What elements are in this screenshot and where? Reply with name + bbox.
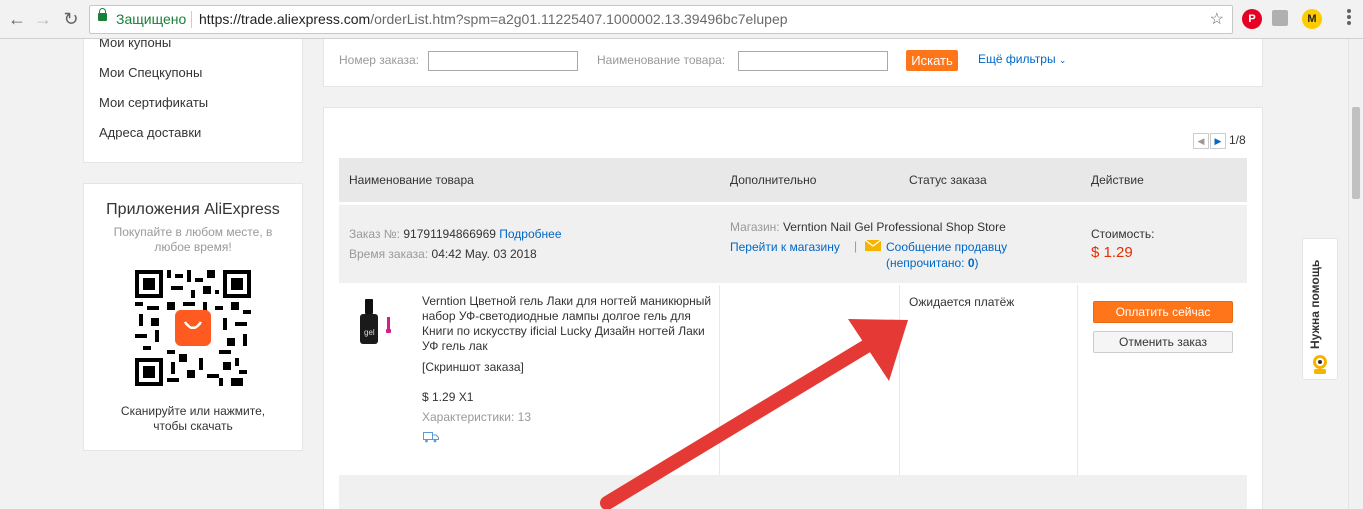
- lock-icon: [98, 8, 107, 21]
- back-icon[interactable]: ←: [6, 8, 28, 30]
- scrollbar[interactable]: [1348, 39, 1363, 509]
- help-label: Нужна помощь: [1308, 259, 1322, 349]
- qr-code[interactable]: [135, 270, 251, 386]
- more-filters-label: Ещё фильтры: [978, 52, 1056, 66]
- order-number: Заказ №: 91791194866969 Подробнее: [349, 227, 562, 241]
- column-divider: [719, 285, 720, 475]
- next-page-icon[interactable]: ▶: [1210, 133, 1226, 149]
- prev-page-icon[interactable]: ◀: [1193, 133, 1209, 149]
- product-name-input[interactable]: [738, 51, 888, 71]
- browser-toolbar: ← → ↻ Защищено https://trade.aliexpress.…: [0, 0, 1363, 39]
- menu-my-coupons[interactable]: Мои купоны: [99, 39, 171, 50]
- apps-subtitle: Покупайте в любом месте, в любое время!: [113, 225, 273, 254]
- product-thumbnail[interactable]: gel: [353, 295, 403, 355]
- account-menu-panel: Мои купоны Мои Спецкупоны Мои сертификат…: [83, 39, 303, 163]
- apps-title: Приложения AliExpress: [106, 201, 280, 218]
- chrome-menu-icon[interactable]: [1347, 9, 1351, 27]
- message-seller-link[interactable]: Сообщение продавцу: [886, 240, 1007, 254]
- address-bar[interactable]: Защищено https://trade.aliexpress.com/or…: [89, 5, 1233, 34]
- pay-now-button[interactable]: Оплатить сейчас: [1093, 301, 1233, 323]
- column-divider: [899, 285, 900, 475]
- order-time-prefix: Время заказа:: [349, 247, 429, 261]
- order-number-prefix: Заказ №:: [349, 227, 401, 241]
- chevron-down-icon: ⌄: [1058, 55, 1067, 65]
- pinterest-extension-icon[interactable]: P: [1242, 9, 1262, 29]
- page-indicator: 1/8: [1229, 133, 1246, 147]
- order-time-value: 04:42 May. 03 2018: [431, 247, 537, 261]
- envelope-icon: [864, 239, 882, 251]
- menu-my-special-coupons[interactable]: Мои Спецкупоны: [99, 65, 202, 80]
- apps-panel: Приложения AliExpress Покупайте в любом …: [83, 183, 303, 451]
- svg-text:gel: gel: [364, 328, 375, 337]
- unread-prefix: (непрочитано:: [886, 256, 968, 270]
- go-to-store-link[interactable]: Перейти к магазину: [730, 240, 840, 254]
- orders-table-header: Наименование товара Дополнительно Статус…: [339, 158, 1247, 202]
- cast-extension-icon[interactable]: [1272, 10, 1288, 26]
- order-number-input[interactable]: [428, 51, 578, 71]
- unread-suffix: ): [974, 256, 979, 270]
- store-name: Verntion Nail Gel Professional Shop Stor…: [782, 220, 1006, 234]
- order-cost: $ 1.29: [1091, 244, 1133, 261]
- menu-my-certificates[interactable]: Мои сертификаты: [99, 95, 208, 110]
- url-host: https://trade.aliexpress.com: [199, 11, 371, 27]
- url-path: /orderList.htm?spm=a2g01.11225407.100000…: [370, 11, 788, 27]
- col-product: Наименование товара: [349, 173, 474, 187]
- store-line: Магазин: Verntion Nail Gel Professional …: [730, 220, 1006, 234]
- filter-panel: Номер заказа: Наименование товара:: [323, 39, 1263, 87]
- scrollbar-thumb[interactable]: [1352, 107, 1360, 199]
- col-status: Статус заказа: [909, 173, 987, 187]
- item-price-qty: $ 1.29 X1: [422, 390, 474, 404]
- secure-label: Защищено: [116, 11, 187, 27]
- product-title[interactable]: Verntion Цветной гель Лаки для ногтей ма…: [422, 294, 712, 354]
- order-time: Время заказа: 04:42 May. 03 2018: [349, 247, 537, 261]
- col-action: Действие: [1091, 173, 1144, 187]
- next-order-header: [339, 475, 1247, 509]
- forward-icon[interactable]: →: [32, 8, 54, 30]
- menu-delivery-addresses[interactable]: Адреса доставки: [99, 125, 201, 140]
- extension-m-icon[interactable]: M: [1302, 9, 1322, 29]
- links-separator: |: [854, 239, 858, 253]
- unread-number: 0: [967, 256, 975, 270]
- order-number-value: 91791194866969: [403, 227, 496, 241]
- order-header: Заказ №: 91791194866969 Подробнее Время …: [339, 205, 1247, 283]
- unread-count[interactable]: (непрочитано: 0): [886, 256, 979, 270]
- order-number-label: Номер заказа:: [339, 53, 420, 67]
- url-text[interactable]: https://trade.aliexpress.com/orderList.h…: [199, 6, 788, 33]
- help-widget[interactable]: Нужна помощь: [1302, 238, 1338, 380]
- apps-footer: Сканируйте или нажмите, чтобы скачать: [120, 404, 266, 433]
- search-button[interactable]: Искать: [906, 50, 958, 71]
- cancel-order-button[interactable]: Отменить заказ: [1093, 331, 1233, 353]
- shipping-truck-icon: [423, 432, 439, 443]
- store-prefix: Магазин:: [730, 220, 780, 234]
- address-divider: [191, 11, 192, 28]
- assistant-robot-icon: [1313, 355, 1327, 374]
- order-screenshot-link[interactable]: [Скриншот заказа]: [422, 360, 524, 374]
- order-item-row: gel Verntion Цветной гель Лаки для ногте…: [339, 285, 1247, 475]
- page-content: Мои купоны Мои Спецкупоны Мои сертификат…: [0, 39, 1349, 509]
- more-filters-link[interactable]: Ещё фильтры ⌄: [978, 52, 1066, 66]
- reload-icon[interactable]: ↻: [60, 8, 82, 30]
- product-name-label: Наименование товара:: [597, 53, 726, 67]
- cost-label: Стоимость:: [1091, 227, 1155, 241]
- item-specs: Характеристики: 13: [422, 410, 531, 424]
- column-divider: [1077, 285, 1078, 475]
- order-details-link[interactable]: Подробнее: [499, 227, 561, 241]
- order-status: Ожидается платёж: [909, 295, 1015, 309]
- bookmark-star-icon[interactable]: ☆: [1210, 6, 1224, 33]
- col-extra: Дополнительно: [730, 173, 817, 187]
